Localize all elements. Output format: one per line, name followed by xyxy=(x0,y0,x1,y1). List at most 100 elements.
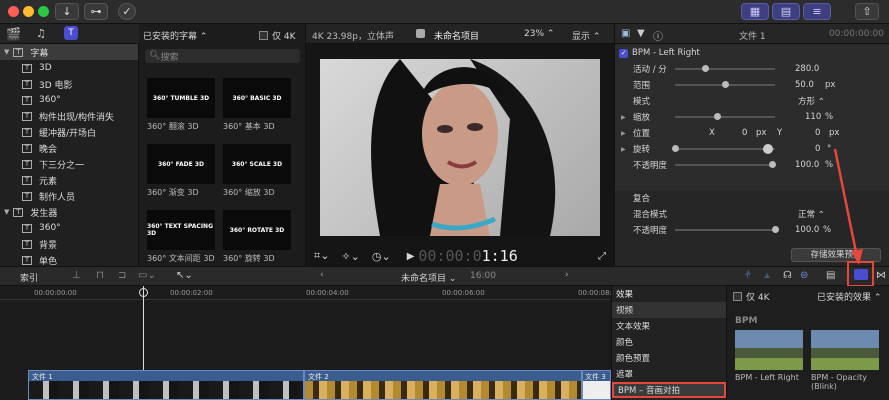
display-dropdown[interactable]: 显示 ⌃ xyxy=(572,29,600,42)
param-value[interactable]: 100.0 xyxy=(795,160,819,170)
skimming-icon[interactable]: ⫩ xyxy=(745,270,751,281)
title-thumb-1[interactable]: 360° BASIC 3D xyxy=(223,78,291,118)
slider-knob[interactable] xyxy=(714,113,721,120)
transitions-icon[interactable]: ⋈ xyxy=(876,270,886,281)
effect-enable-checkbox[interactable]: ✓ xyxy=(619,48,628,58)
timecode[interactable]: 1:16 xyxy=(482,247,518,265)
import-button[interactable]: ↓ xyxy=(55,3,79,20)
headphones-icon[interactable]: ☊ xyxy=(783,270,792,281)
play-icon[interactable]: ▶ xyxy=(407,251,415,262)
search-input[interactable]: 🔍︎ 搜索 xyxy=(145,49,300,63)
sidebar-item-3[interactable]: T 360° xyxy=(0,92,138,108)
transform-icon[interactable]: ⌗⌄ xyxy=(314,249,329,263)
clapper-icon[interactable]: 🎬 xyxy=(6,27,21,41)
rotation-dial-icon[interactable] xyxy=(763,144,773,154)
sidebar-item-12[interactable]: T 背景 xyxy=(0,236,138,252)
expand-icon[interactable]: ▶ xyxy=(621,130,626,137)
slider-knob[interactable] xyxy=(769,161,776,168)
sidebar-item-4[interactable]: T 构件出现/构件消失 xyxy=(0,108,138,124)
sidebar-item-9[interactable]: T 制作人员 xyxy=(0,188,138,204)
sidebar-item-1[interactable]: T 3D xyxy=(0,60,138,76)
show-browser-button[interactable]: ▦ xyxy=(741,3,769,20)
x-value[interactable]: 0 xyxy=(742,128,747,138)
audio-skimming-icon[interactable]: ⫨ xyxy=(764,270,770,281)
effects-category-3[interactable]: 颜色预置 xyxy=(612,350,726,366)
slider-knob[interactable] xyxy=(702,65,709,72)
prev-button[interactable]: ‹ xyxy=(320,270,324,280)
param-slider[interactable] xyxy=(675,116,775,118)
fullscreen-icon[interactable]: ⤢ xyxy=(598,251,606,262)
title-thumb-2[interactable]: 360° FADE 3D xyxy=(147,144,215,184)
index-button[interactable]: 索引 xyxy=(20,271,38,284)
clip-1[interactable]: 文件 1 xyxy=(28,370,304,400)
titles-generators-icon[interactable]: T xyxy=(64,26,78,40)
sidebar-item-0[interactable]: ▼ T 字幕 xyxy=(0,44,138,60)
comp-opacity-slider[interactable] xyxy=(675,229,775,231)
overwrite-clip-icon[interactable]: ▭⌄ xyxy=(138,270,156,281)
effects-category-1[interactable]: 文本效果 xyxy=(612,318,726,334)
only-4k-toggle[interactable]: 仅 4K xyxy=(259,29,296,42)
title-thumb-3[interactable]: 360° SCALE 3D xyxy=(223,144,291,184)
sidebar-item-6[interactable]: T 晚会 xyxy=(0,140,138,156)
sidebar-item-11[interactable]: T 360° xyxy=(0,220,138,236)
slider-knob[interactable] xyxy=(672,145,679,152)
comp-opacity-knob[interactable] xyxy=(772,226,779,233)
sidebar-item-7[interactable]: T 下三分之一 xyxy=(0,156,138,172)
sidebar-item-10[interactable]: ▼ T 发生器 xyxy=(0,204,138,220)
param-value[interactable]: 方形 ⌃ xyxy=(798,95,825,107)
comp-opacity-value[interactable]: 100.0 xyxy=(795,225,819,235)
color-inspector-icon[interactable]: ▼ xyxy=(637,28,645,39)
title-thumb-4[interactable]: 360° TEXT SPACING 3D xyxy=(147,210,215,250)
speed-icon[interactable]: ◷⌄ xyxy=(372,250,391,263)
effects-only-4k-toggle[interactable]: 仅 4K xyxy=(733,290,770,303)
show-inspector-button[interactable]: ≡ xyxy=(803,3,831,20)
effects-category-2[interactable]: 颜色 xyxy=(612,334,726,350)
param-value[interactable]: 110 xyxy=(805,112,821,122)
enhance-icon[interactable]: ✧⌄ xyxy=(341,250,359,263)
param-slider[interactable] xyxy=(675,148,775,150)
minimize-window-button[interactable] xyxy=(23,6,34,17)
effect-thumb-opacity-blink[interactable] xyxy=(811,330,879,370)
param-value[interactable]: 50.0 xyxy=(795,80,814,90)
clip-appearance-icon[interactable]: ▤ xyxy=(826,270,835,281)
clip-2[interactable]: 文件 2 xyxy=(304,370,582,400)
background-tasks-button[interactable]: ✓ xyxy=(118,3,136,20)
effects-only-4k-checkbox[interactable] xyxy=(733,292,742,301)
connect-clip-icon[interactable]: ⊥ xyxy=(72,270,81,281)
zoom-window-button[interactable] xyxy=(38,6,49,17)
next-button[interactable]: › xyxy=(565,270,569,280)
timeline-project-dropdown[interactable]: 未命名项目 ⌄ xyxy=(401,271,456,284)
y-value[interactable]: 0 xyxy=(815,128,820,138)
effects-filter-dropdown[interactable]: 已安装的效果 ⌃ xyxy=(817,290,881,303)
blend-mode-dropdown[interactable]: 正常 ⌃ xyxy=(798,208,825,220)
insert-clip-icon[interactable]: ⊓ xyxy=(96,270,104,281)
param-slider[interactable] xyxy=(675,68,775,70)
share-button[interactable]: ⇧ xyxy=(855,3,879,20)
sidebar-item-5[interactable]: T 缓冲器/开场白 xyxy=(0,124,138,140)
append-clip-icon[interactable]: ⊐ xyxy=(118,270,126,281)
info-inspector-icon[interactable]: ⓘ xyxy=(653,28,663,43)
keyword-button[interactable]: ⊶ xyxy=(84,3,108,20)
show-timeline-button[interactable]: ▤ xyxy=(772,3,800,20)
param-slider[interactable] xyxy=(675,164,775,166)
effects-category-4[interactable]: 遮罩 xyxy=(612,366,726,382)
effects-category-5[interactable]: BPM – 音画对拍 xyxy=(612,382,726,398)
sidebar-item-13[interactable]: T 单色 xyxy=(0,252,138,266)
select-tool-icon[interactable]: ↖⌄ xyxy=(176,270,193,281)
sidebar-item-2[interactable]: T 3D 电影 xyxy=(0,76,138,92)
title-thumb-0[interactable]: 360° TUMBLE 3D xyxy=(147,78,215,118)
playhead-handle[interactable] xyxy=(139,288,148,297)
disclosure-icon[interactable]: ▼ xyxy=(4,208,9,216)
video-inspector-icon[interactable]: ▣ xyxy=(621,28,630,39)
only-4k-checkbox[interactable] xyxy=(259,31,268,40)
param-value[interactable]: 280.0 xyxy=(795,64,819,74)
zoom-dropdown[interactable]: 23% ⌃ xyxy=(524,29,554,39)
photos-audio-icon[interactable]: ♫ xyxy=(36,27,46,40)
disclosure-icon[interactable]: ▼ xyxy=(4,48,9,56)
sidebar-item-8[interactable]: T 元素 xyxy=(0,172,138,188)
effect-thumb-left-right[interactable] xyxy=(735,330,803,370)
clip-3[interactable]: 文件 3 xyxy=(582,370,611,400)
snapping-icon[interactable]: ⊜ xyxy=(800,270,808,281)
title-thumb-5[interactable]: 360° ROTATE 3D xyxy=(223,210,291,250)
effects-category-0[interactable]: 视频 xyxy=(612,302,726,318)
